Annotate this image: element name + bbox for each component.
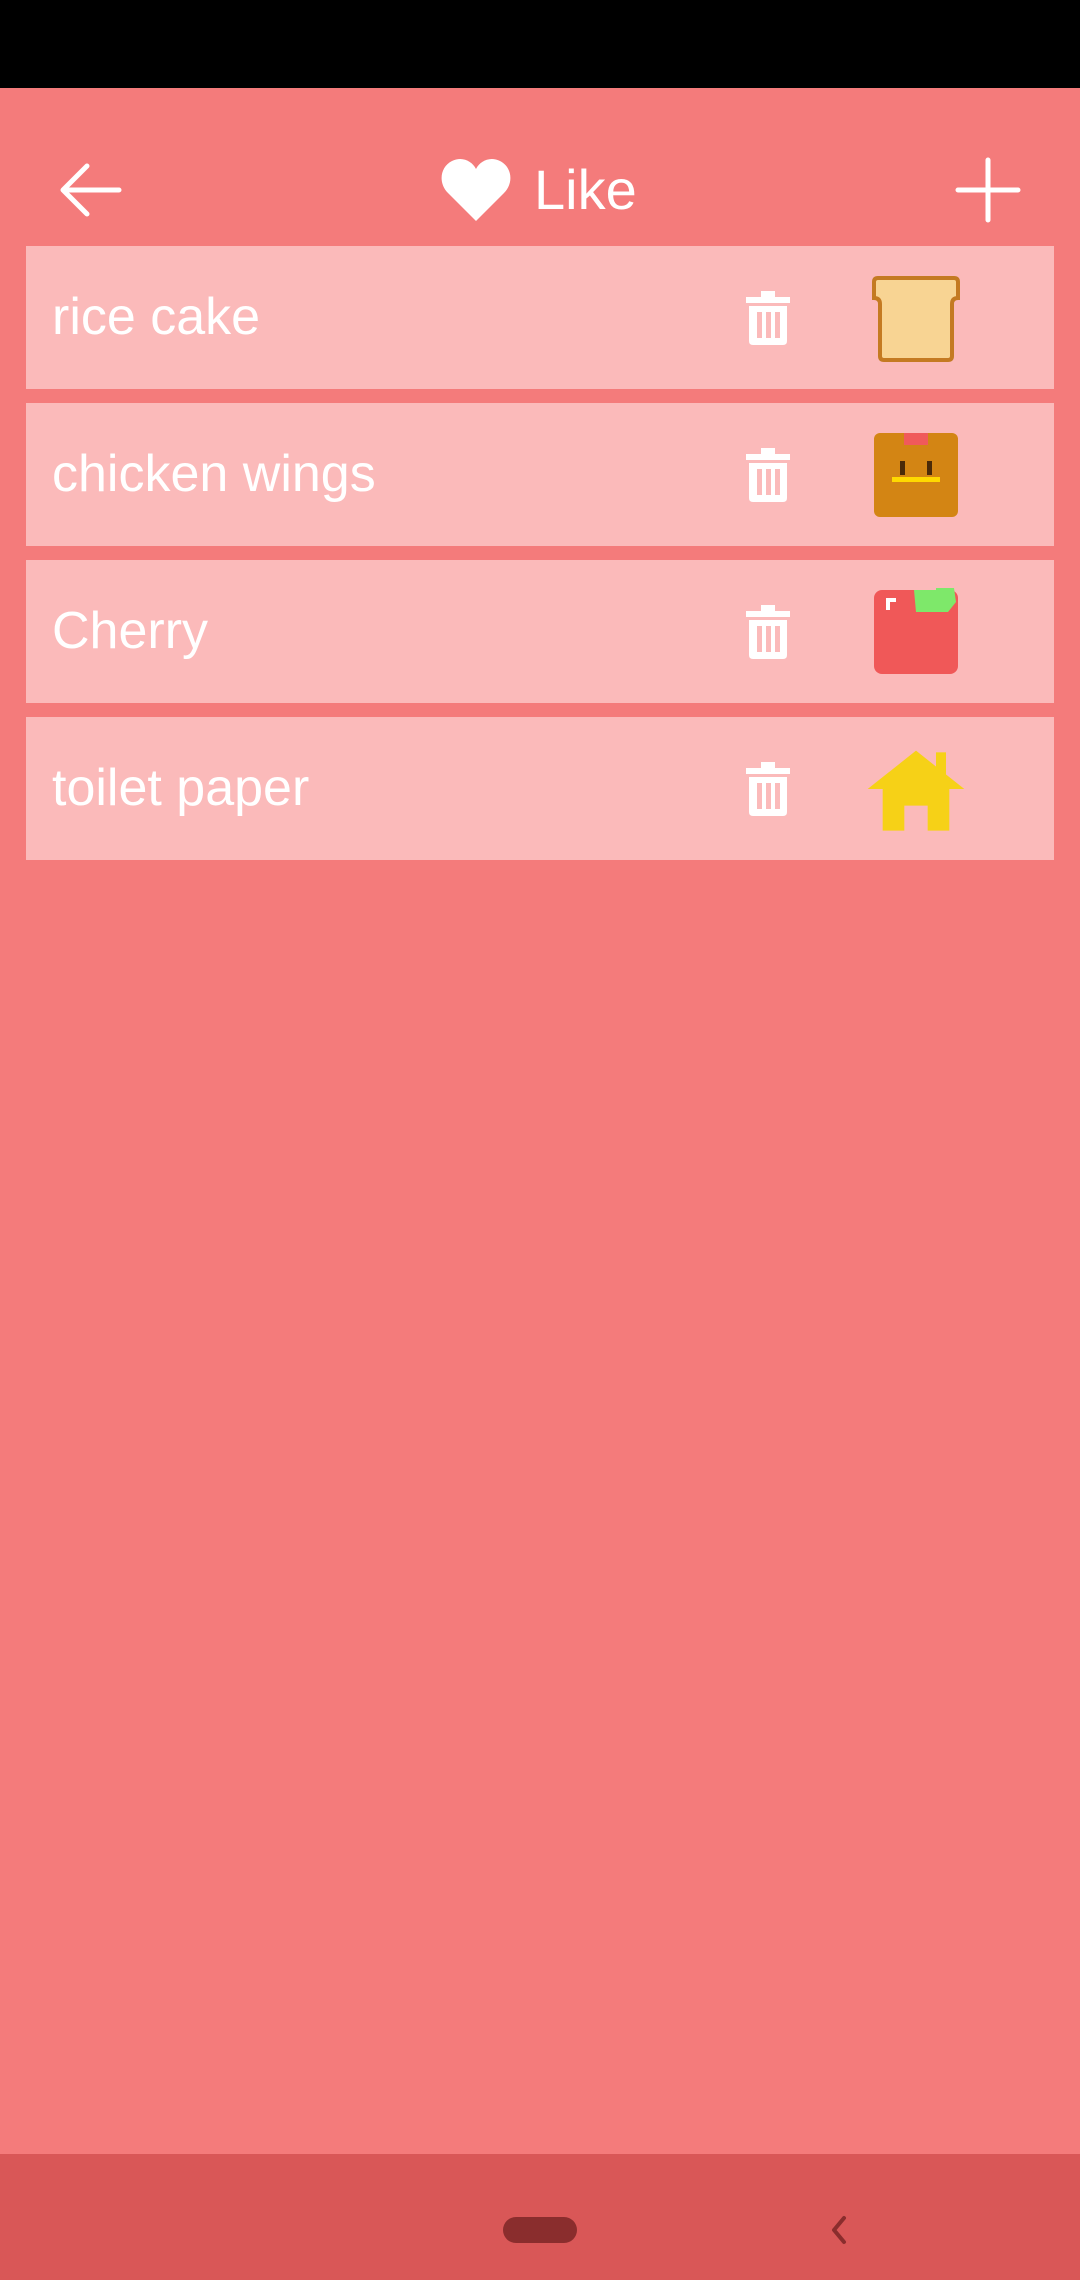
status-bar [0,0,1080,88]
list-item[interactable]: rice cake [26,246,1054,389]
item-label: chicken wings [52,445,376,503]
item-label: toilet paper [52,759,310,817]
delete-button[interactable] [732,282,804,354]
list-item[interactable]: chicken wings [26,403,1054,546]
trash-icon [746,762,790,816]
house-icon [866,739,966,839]
food-box-icon [866,425,966,525]
chevron-left-icon[interactable] [820,2208,856,2252]
item-list: rice cake chicken wings Cherry toilet pa… [26,246,1054,874]
trash-icon [746,605,790,659]
list-item[interactable]: Cherry [26,560,1054,703]
item-label: Cherry [52,602,209,660]
item-label: rice cake [52,288,261,346]
arrow-left-icon [60,163,122,217]
trash-icon [746,291,790,345]
app-bar: Like [0,88,1080,246]
cherry-icon [866,582,966,682]
plus-icon [955,157,1021,223]
bread-icon [866,268,966,368]
add-button[interactable] [944,146,1032,234]
delete-button[interactable] [732,439,804,511]
delete-button[interactable] [732,596,804,668]
heart-icon [440,157,512,223]
home-pill[interactable] [503,2217,577,2243]
navigation-bar [0,2154,1080,2280]
page-title: Like [534,158,637,221]
trash-icon [746,448,790,502]
delete-button[interactable] [732,753,804,825]
page-title-group: Like [440,148,637,232]
list-item[interactable]: toilet paper [26,717,1054,860]
back-button[interactable] [46,146,134,234]
